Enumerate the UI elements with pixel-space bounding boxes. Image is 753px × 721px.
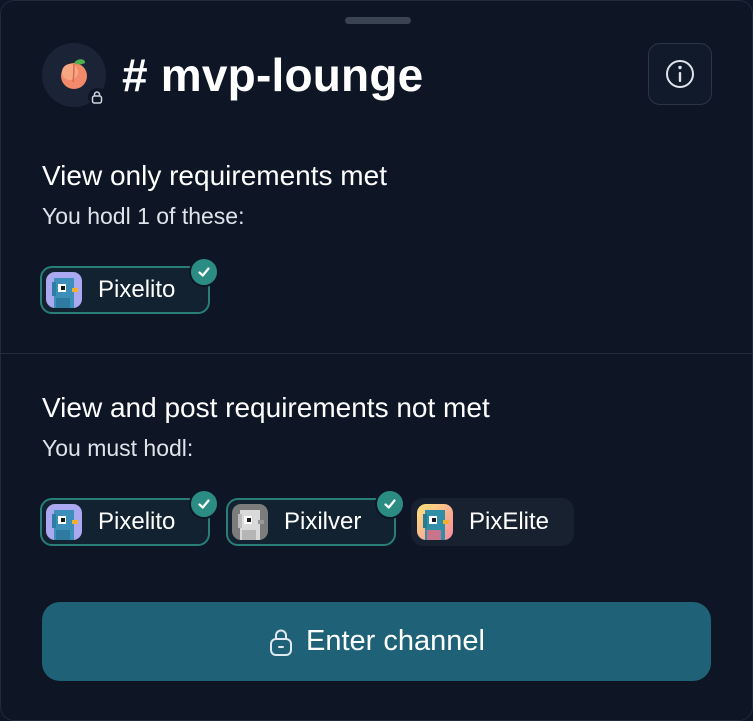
check-icon — [189, 257, 219, 287]
info-button[interactable] — [648, 43, 712, 105]
token-label: Pixelito — [98, 276, 176, 303]
pixelito-token-image — [46, 272, 82, 308]
lock-icon — [88, 88, 106, 106]
enter-channel-label: Enter channel — [306, 625, 485, 657]
pixilver-token-image — [232, 504, 268, 540]
channel-avatar — [42, 43, 106, 107]
token-chip-pixelito[interactable]: Pixelito — [40, 266, 210, 314]
token-label: PixElite — [469, 508, 550, 535]
check-icon — [375, 489, 405, 519]
view-only-title: View only requirements met — [42, 160, 387, 191]
view-post-title: View and post requirements not met — [42, 392, 490, 423]
token-label: Pixilver — [284, 508, 362, 535]
channel-title: # mvp-lounge — [122, 49, 424, 101]
token-chip-pixelito[interactable]: Pixelito — [40, 498, 210, 546]
view-post-subtitle: You must hodl: — [42, 435, 194, 461]
sheet-grabber[interactable] — [345, 17, 411, 24]
section-divider — [1, 353, 752, 354]
lock-icon — [270, 629, 293, 656]
token-chip-pixelite[interactable]: PixElite — [411, 498, 574, 546]
peach-icon — [61, 59, 87, 89]
channel-sheet: # mvp-lounge View only requirements met … — [0, 0, 753, 721]
view-only-subtitle: You hodl 1 of these: — [42, 203, 245, 229]
check-icon — [189, 489, 219, 519]
info-icon — [666, 60, 694, 88]
pixelite-token-image — [417, 504, 453, 540]
pixelito-token-image — [46, 504, 82, 540]
enter-channel-button[interactable]: Enter channel — [42, 602, 711, 681]
token-chip-pixilver[interactable]: Pixilver — [226, 498, 396, 546]
token-label: Pixelito — [98, 508, 176, 535]
